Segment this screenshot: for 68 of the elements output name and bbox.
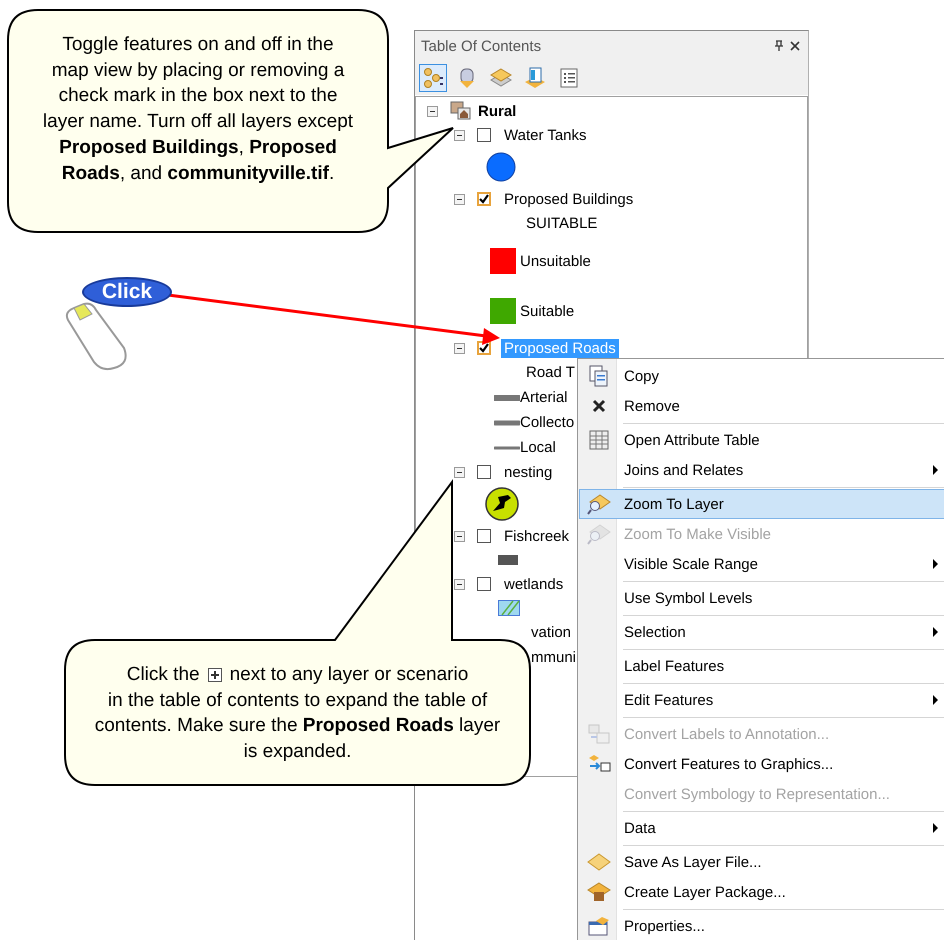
layer-checkbox[interactable]: [477, 577, 491, 591]
diamond-icon: [587, 853, 611, 871]
callout-text: in the table of contents to expand the table of contents. Make sure the Proposed Roads layer is expanded.: [94, 688, 502, 764]
zoom-layer-icon: [587, 493, 611, 515]
layer-name[interactable]: Proposed Buildings: [501, 190, 636, 208]
list-icon: [560, 68, 578, 88]
close-icon: [592, 399, 606, 413]
menu-item[interactable]: Zoom To Layer: [579, 489, 944, 519]
layer-name[interactable]: nesting: [501, 462, 556, 482]
menu-item[interactable]: Open Attribute Table: [579, 425, 944, 455]
layer-name[interactable]: mmuni: [531, 649, 576, 666]
menu-item[interactable]: Selection: [579, 617, 944, 647]
menu-item[interactable]: Remove: [579, 391, 944, 421]
layer-checkbox[interactable]: [477, 529, 491, 543]
menu-item[interactable]: Edit Features: [579, 685, 944, 715]
layer-checkbox[interactable]: [477, 192, 491, 206]
panel-title: Table Of Contents: [421, 38, 542, 54]
layer-name[interactable]: vation: [531, 624, 572, 641]
menu-item[interactable]: Visible Scale Range: [579, 549, 944, 579]
legend-heading: SUITABLE: [526, 215, 598, 232]
layer-name[interactable]: Fishcreek: [501, 526, 572, 546]
menu-item[interactable]: Properties...: [579, 911, 944, 940]
legend-heading: Road T: [526, 364, 575, 381]
layer-checkbox[interactable]: [477, 128, 491, 142]
collapse-button[interactable]: [454, 130, 465, 140]
layer-name[interactable]: Water Tanks: [501, 126, 590, 144]
layer-page-icon: [524, 67, 546, 89]
convert-features-icon: [587, 754, 611, 774]
layer-name[interactable]: wetlands: [501, 574, 566, 594]
table-icon: [589, 430, 609, 450]
callout-text: next to any layer or scenario: [230, 663, 468, 687]
layers-icon: [490, 68, 512, 88]
collapse-button[interactable]: [454, 466, 465, 478]
legend-label: Arterial: [520, 389, 568, 406]
line-symbol: [494, 394, 520, 402]
callout-text: Toggle features on and off in the map view by placing or removing a check mark in the box next to the layer name. Turn off all layers except Proposed Buildings, Proposed Roads, and communityville.tif.: [42, 34, 354, 184]
properties-icon: [588, 916, 610, 936]
package-icon: [587, 882, 611, 902]
legend-label: Collecto: [520, 414, 574, 431]
collapse-button[interactable]: [454, 530, 465, 542]
collapse-button[interactable]: [454, 578, 465, 590]
legend-label: Unsuitable: [520, 252, 591, 270]
map-frame-icon: [450, 101, 472, 121]
close-icon[interactable]: [790, 41, 800, 51]
menu-item[interactable]: Save As Layer File...: [579, 847, 944, 877]
click-label: Click: [82, 277, 172, 307]
layer-checkbox[interactable]: [477, 465, 491, 479]
line-symbol: [494, 418, 520, 426]
collapse-button[interactable]: [427, 106, 438, 116]
line-symbol: [494, 444, 520, 452]
menu-item[interactable]: Create Layer Package...: [579, 877, 944, 907]
data-frame-name[interactable]: Rural: [478, 102, 516, 120]
menu-item[interactable]: Label Features: [579, 651, 944, 681]
copy-icon: [589, 365, 609, 387]
legend-label: Suitable: [520, 302, 574, 320]
menu-item[interactable]: Copy: [579, 361, 944, 391]
zoom-layer-icon: [587, 523, 611, 545]
callout-text: Click the: [126, 663, 200, 687]
collapse-button[interactable]: [454, 342, 465, 354]
legend-label: Local: [520, 439, 556, 456]
menu-item[interactable]: Convert Features to Graphics...: [579, 749, 944, 779]
menu-item[interactable]: Joins and Relates: [579, 455, 944, 485]
tree-view-icon: [422, 67, 444, 89]
convert-labels-icon: [588, 724, 610, 744]
pin-icon[interactable]: [774, 40, 784, 52]
collapse-button[interactable]: [454, 194, 465, 204]
menu-item[interactable]: Use Symbol Levels: [579, 583, 944, 613]
menu-item[interactable]: Data: [579, 813, 944, 843]
